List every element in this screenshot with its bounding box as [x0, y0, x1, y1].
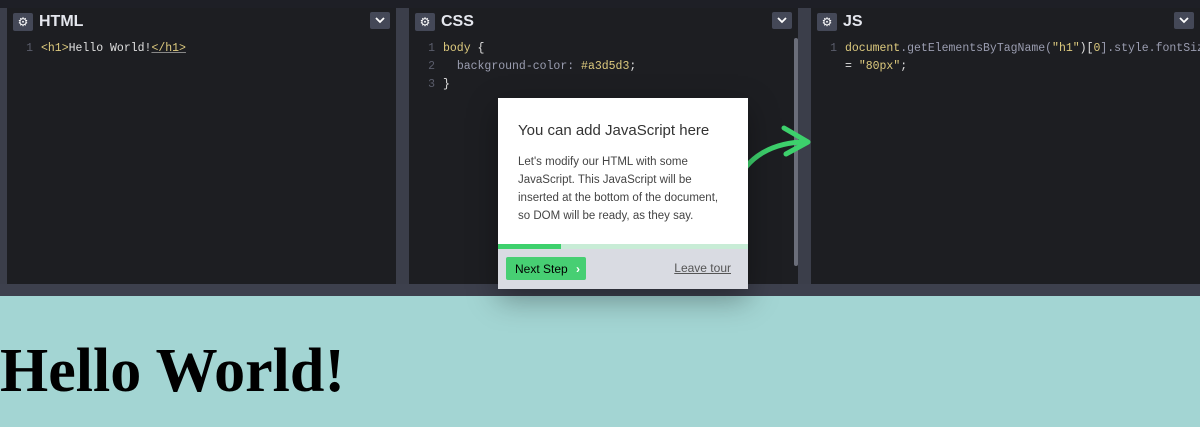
open-tag: <h1>: [41, 42, 69, 55]
js-settings-button[interactable]: ⚙: [817, 12, 837, 31]
code-line: 1 <h1> Hello World! </h1>: [7, 40, 396, 58]
js-pane[interactable]: ⚙ JS 1 document .getElementsByTagName("h1"…: [811, 8, 1200, 284]
tour-popup: You can add JavaScript here Let's modify…: [498, 98, 748, 289]
gear-icon: ⚙: [419, 14, 431, 29]
css-property: background-color:: [456, 60, 582, 73]
chevron-down-icon: [1179, 17, 1189, 24]
close-brace: }: [443, 78, 450, 91]
html-pane[interactable]: ⚙ HTML 1 <h1> Hello World! </h1>: [7, 8, 396, 284]
html-settings-button[interactable]: ⚙: [13, 12, 33, 31]
js-method: .getElementsByTagName(: [900, 42, 1053, 55]
js-pane-header: ⚙ JS: [811, 8, 1200, 35]
js-property-chain: ].style.fontSize: [1100, 42, 1200, 55]
code-line: 1 body {: [409, 40, 798, 58]
code-line-wrapped: = "80px";: [811, 58, 1200, 76]
html-code-editor[interactable]: 1 <h1> Hello World! </h1>: [7, 40, 396, 58]
gear-icon: ⚙: [821, 14, 833, 29]
js-index: 0: [1093, 42, 1101, 55]
html-pane-title: HTML: [39, 12, 84, 30]
css-code-editor[interactable]: 1 body { 2 background-color: #a3d5d3; 3}: [409, 40, 798, 94]
html-pane-header: ⚙ HTML: [7, 8, 396, 35]
js-end: ;: [900, 60, 908, 73]
open-brace: {: [470, 42, 485, 55]
tag-text: Hello World!: [68, 42, 152, 55]
leave-tour-link[interactable]: Leave tour: [674, 261, 731, 275]
line-number: 3: [428, 78, 435, 91]
line-number: 2: [428, 60, 435, 73]
semicolon: ;: [629, 60, 637, 73]
chevron-down-icon: [375, 17, 385, 24]
line-number: 1: [830, 42, 837, 55]
js-equals: =: [845, 60, 859, 73]
css-value: #a3d5d3: [581, 60, 630, 73]
js-object: document: [845, 42, 901, 55]
code-line: 3}: [409, 76, 798, 94]
tour-heading: You can add JavaScript here: [518, 122, 710, 139]
chevron-right-icon: ›: [576, 262, 580, 276]
css-pane-title: CSS: [441, 12, 474, 30]
chevron-down-icon: [777, 17, 787, 24]
next-step-label: Next Step: [515, 261, 568, 276]
close-tag: </h1>: [151, 42, 186, 55]
html-collapse-button[interactable]: [370, 12, 390, 29]
output-heading: Hello World!: [0, 337, 346, 405]
line-number: 1: [26, 42, 33, 55]
css-collapse-button[interactable]: [772, 12, 792, 29]
js-collapse-button[interactable]: [1174, 12, 1194, 29]
js-code-editor[interactable]: 1 document .getElementsByTagName("h1")[0].…: [811, 40, 1200, 76]
js-argument: "h1": [1052, 42, 1080, 55]
code-line: 1 document .getElementsByTagName("h1")[0].…: [811, 40, 1200, 58]
next-step-button[interactable]: Next Step ›: [506, 257, 586, 280]
css-pane-header: ⚙ CSS: [409, 8, 798, 35]
tour-footer: Next Step › Leave tour: [498, 249, 748, 289]
line-number: 1: [428, 42, 435, 55]
css-settings-button[interactable]: ⚙: [415, 12, 435, 31]
code-line: 2 background-color: #a3d5d3;: [409, 58, 798, 76]
tour-description: Let's modify our HTML with some JavaScri…: [518, 156, 719, 222]
js-pane-title: JS: [843, 12, 863, 30]
js-value: "80px": [858, 60, 901, 73]
js-index-open: )[: [1079, 42, 1094, 55]
top-strip: [0, 0, 1200, 8]
gear-icon: ⚙: [17, 14, 29, 29]
css-selector: body: [443, 42, 471, 55]
